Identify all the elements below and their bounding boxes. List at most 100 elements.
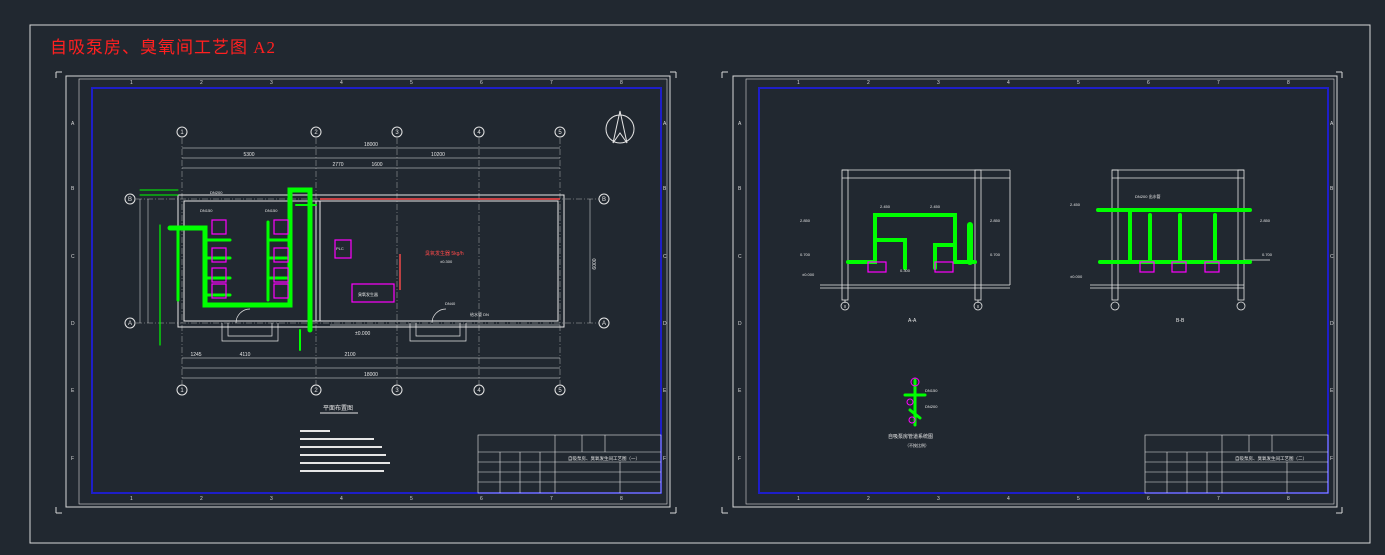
svg-text:7: 7 xyxy=(550,496,553,502)
svg-text:4: 4 xyxy=(340,80,343,86)
svg-text:A: A xyxy=(1330,121,1334,127)
iso-subtitle: （不按比例） xyxy=(905,442,929,448)
svg-text:E: E xyxy=(71,388,75,394)
svg-text:DN150: DN150 xyxy=(265,208,278,213)
svg-text:2.850: 2.850 xyxy=(990,218,1001,223)
plan-title: 平面布置图 xyxy=(323,404,353,412)
svg-text:B: B xyxy=(663,186,667,192)
svg-text:2.850: 2.850 xyxy=(800,218,811,223)
svg-text:2: 2 xyxy=(867,80,870,86)
svg-text:2: 2 xyxy=(200,80,203,86)
svg-text:5: 5 xyxy=(410,496,413,502)
svg-text:1: 1 xyxy=(130,80,133,86)
section-b-label: B-B xyxy=(1176,318,1185,324)
dim-left-span: 5300 xyxy=(243,152,254,158)
svg-text:6: 6 xyxy=(1147,496,1150,502)
svg-text:5: 5 xyxy=(1077,496,1080,502)
title-block-1-name: 自吸泵房、臭氧发生间工艺图（一） xyxy=(568,455,640,462)
sheet-1: 12345678 12345678 ABCDEF ABCDEF 1234 5 1… xyxy=(55,71,677,514)
svg-text:8: 8 xyxy=(1287,496,1290,502)
svg-text:1: 1 xyxy=(797,80,800,86)
dim-total-top: 18000 xyxy=(364,142,378,148)
dim-right-span: 10200 xyxy=(431,152,445,158)
svg-text:4: 4 xyxy=(1007,496,1010,502)
svg-text:B: B xyxy=(128,197,132,203)
svg-text:DN40: DN40 xyxy=(445,301,456,306)
svg-text:A: A xyxy=(602,321,606,327)
svg-text:±0.000: ±0.000 xyxy=(802,272,815,277)
svg-text:PLC: PLC xyxy=(336,246,344,251)
svg-text:2.450: 2.450 xyxy=(1070,202,1081,207)
svg-text:A: A xyxy=(738,121,742,127)
svg-text:C: C xyxy=(738,254,742,260)
svg-text:F: F xyxy=(738,456,741,462)
outer-frame xyxy=(29,24,1371,544)
svg-text:2: 2 xyxy=(200,496,203,502)
notes-block xyxy=(300,430,390,472)
svg-text:2.450: 2.450 xyxy=(930,204,941,209)
svg-text:±0.000: ±0.000 xyxy=(1070,274,1083,279)
cad-canvas[interactable]: 12345678 12345678 ABCDEF ABCDEF 1234 5 1… xyxy=(0,0,1385,555)
svg-text:DN200: DN200 xyxy=(925,404,938,409)
svg-text:7: 7 xyxy=(550,80,553,86)
svg-text:B: B xyxy=(71,186,75,192)
svg-text:±0.300: ±0.300 xyxy=(440,259,453,264)
svg-text:3: 3 xyxy=(270,80,273,86)
dim-seg-d: 2100 xyxy=(344,352,355,358)
svg-text:6: 6 xyxy=(480,80,483,86)
room-label: 臭氧发生器 5kg/h xyxy=(425,250,464,257)
sheet-2-border xyxy=(758,87,1329,494)
svg-text:臭氧发生器: 臭氧发生器 xyxy=(358,291,378,297)
dim-height: 6000 xyxy=(592,258,598,269)
svg-text:B: B xyxy=(738,186,742,192)
svg-text:0.700: 0.700 xyxy=(990,252,1001,257)
svg-text:E: E xyxy=(738,388,742,394)
svg-text:DN200: DN200 xyxy=(210,190,223,195)
svg-text:DN150: DN150 xyxy=(925,388,938,393)
svg-text:7: 7 xyxy=(1217,80,1220,86)
svg-text:6: 6 xyxy=(1147,80,1150,86)
svg-text:8: 8 xyxy=(620,80,623,86)
svg-text:B: B xyxy=(1330,186,1334,192)
section-a-a xyxy=(820,169,1011,311)
svg-text:F: F xyxy=(71,456,74,462)
sheet-2: 1 2 3 4 5 6 7 8 1 2 3 4 5 6 7 8 A B C D E F A B C D E F 2.850 0.7… xyxy=(721,71,1343,514)
svg-text:2: 2 xyxy=(867,496,870,502)
svg-text:DN200 出水管: DN200 出水管 xyxy=(1135,193,1161,199)
dim-seg-c: 4110 xyxy=(240,352,251,358)
svg-text:7: 7 xyxy=(1217,496,1220,502)
svg-text:C: C xyxy=(1330,254,1334,260)
svg-text:D: D xyxy=(1330,321,1334,327)
svg-text:C: C xyxy=(71,254,75,260)
svg-text:4: 4 xyxy=(340,496,343,502)
sheet-2-frame xyxy=(732,75,1338,508)
dim-seg-e: 1245 xyxy=(190,352,201,358)
svg-text:1: 1 xyxy=(797,496,800,502)
section-a-label: A-A xyxy=(908,318,917,324)
svg-text:4: 4 xyxy=(1007,80,1010,86)
title-block-2 xyxy=(1144,434,1329,494)
dim-total-bottom: 18000 xyxy=(364,372,378,378)
svg-text:A: A xyxy=(128,321,132,327)
svg-text:5: 5 xyxy=(1077,80,1080,86)
svg-text:3: 3 xyxy=(937,80,940,86)
svg-text:F: F xyxy=(1330,456,1333,462)
iso-title: 自吸泵房管道系统图 xyxy=(888,433,933,440)
svg-text:给水管 DN: 给水管 DN xyxy=(470,311,489,317)
dim-seg-b: 1600 xyxy=(371,162,382,168)
svg-text:D: D xyxy=(71,321,75,327)
svg-text:F: F xyxy=(663,456,666,462)
svg-text:6: 6 xyxy=(480,496,483,502)
svg-text:0.700: 0.700 xyxy=(800,252,811,257)
svg-text:2.850: 2.850 xyxy=(1260,218,1271,223)
title-block-2-name: 自吸泵房、臭氧发生间工艺图（二） xyxy=(1235,455,1307,462)
svg-text:A: A xyxy=(663,121,667,127)
svg-text:0.700: 0.700 xyxy=(1262,252,1273,257)
svg-text:8: 8 xyxy=(1287,80,1290,86)
svg-text:A: A xyxy=(71,121,75,127)
svg-text:E: E xyxy=(663,388,667,394)
svg-text:B: B xyxy=(602,197,606,203)
svg-text:E: E xyxy=(1330,388,1334,394)
dim-seg-a: 2770 xyxy=(332,162,343,168)
svg-text:D: D xyxy=(738,321,742,327)
